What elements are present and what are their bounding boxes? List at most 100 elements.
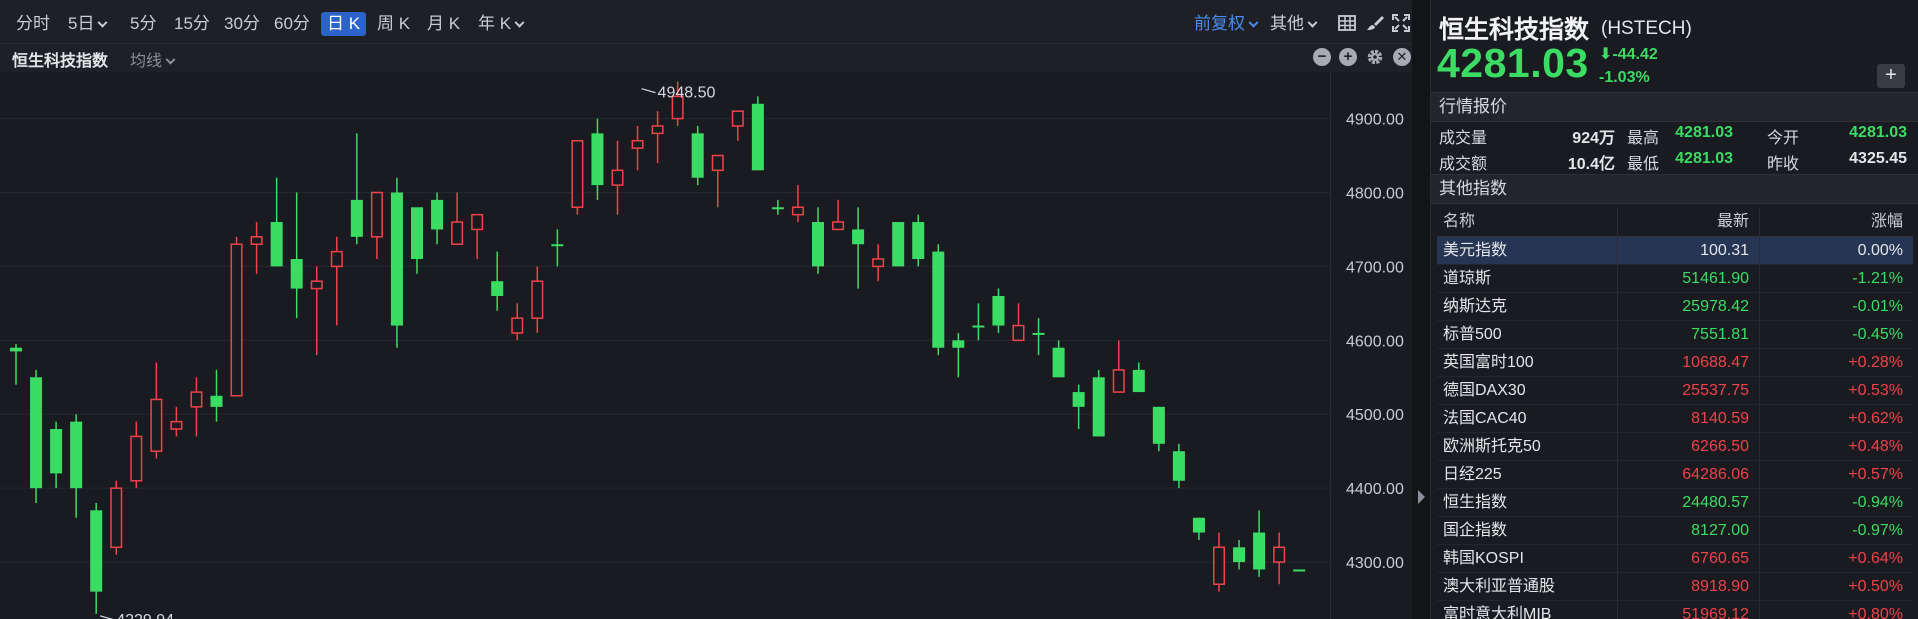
table-row[interactable]: 日经225 64286.06 +0.57% bbox=[1437, 461, 1913, 489]
index-row-last: 6266.50 bbox=[1691, 438, 1749, 455]
gear-icon[interactable] bbox=[1366, 48, 1384, 66]
candle-body bbox=[330, 250, 343, 268]
index-row-change: +0.62% bbox=[1848, 410, 1903, 427]
candle-body bbox=[190, 391, 203, 408]
candle-body bbox=[852, 229, 865, 245]
plus-icon[interactable]: + bbox=[1339, 48, 1357, 66]
candle-body bbox=[250, 236, 263, 245]
table-row[interactable]: 英国富时100 10688.47 +0.28% bbox=[1437, 349, 1913, 377]
period-year-k[interactable]: 年 K bbox=[472, 12, 529, 36]
period-fenshi[interactable]: 分时 bbox=[10, 12, 56, 36]
volume-label: 成交量 bbox=[1439, 130, 1488, 147]
index-row-name: 欧洲斯托克50 bbox=[1443, 438, 1541, 455]
index-row-last: 24480.57 bbox=[1682, 494, 1749, 511]
candle-body bbox=[511, 317, 524, 334]
grid-icon[interactable] bbox=[1338, 14, 1356, 32]
table-row[interactable]: 韩国KOSPI 6760.65 +0.64% bbox=[1437, 545, 1913, 573]
index-row-last: 25978.42 bbox=[1682, 298, 1749, 315]
period-30min[interactable]: 30分 bbox=[218, 12, 266, 36]
index-row-last: 51969.12 bbox=[1682, 606, 1749, 619]
panel-collapse-arrow-icon[interactable] bbox=[1418, 490, 1425, 504]
table-row[interactable]: 国企指数 8127.00 -0.97% bbox=[1437, 517, 1913, 545]
candle-body bbox=[711, 154, 724, 172]
period-month-k[interactable]: 月 K bbox=[421, 12, 466, 36]
candle-body bbox=[812, 222, 824, 267]
period-5min[interactable]: 5分 bbox=[124, 12, 162, 36]
candle-body bbox=[10, 347, 22, 352]
candle-body bbox=[170, 420, 183, 430]
open-value: 4281.03 bbox=[1849, 124, 1907, 141]
low-value: 4281.03 bbox=[1675, 150, 1733, 167]
candle-body bbox=[591, 133, 604, 186]
period-60min[interactable]: 60分 bbox=[268, 12, 316, 36]
index-row-name: 道琼斯 bbox=[1443, 270, 1492, 287]
y-tick-label: 4300.00 bbox=[1346, 555, 1404, 572]
candle-body bbox=[1253, 532, 1266, 570]
table-row[interactable]: 纳斯达克 25978.42 -0.01% bbox=[1437, 293, 1913, 321]
period-week-k[interactable]: 周 K bbox=[371, 12, 416, 36]
table-row[interactable]: 德国DAX30 25537.75 +0.53% bbox=[1437, 377, 1913, 405]
kline-chart[interactable]: 4900.00 4800.00 4700.00 4600.00 4500.00 4400.… bbox=[0, 72, 1412, 619]
index-row-change: +0.64% bbox=[1848, 550, 1903, 567]
y-tick-label: 4500.00 bbox=[1346, 407, 1404, 424]
index-row-last: 6760.65 bbox=[1691, 550, 1749, 567]
ma-select[interactable]: 均线 bbox=[130, 47, 176, 71]
table-row[interactable]: 标普500 7551.81 -0.45% bbox=[1437, 321, 1913, 349]
candle-body bbox=[110, 487, 123, 549]
index-row-name: 澳大利亚普通股 bbox=[1443, 578, 1556, 595]
index-row-change: +0.28% bbox=[1848, 354, 1903, 371]
add-watchlist-button[interactable]: + bbox=[1877, 64, 1905, 88]
chart-panel: 分时 5日 5分 15分 30分 60分 日 K 周 K 月 K 年 K 前复权… bbox=[0, 0, 1412, 619]
candle-body bbox=[1273, 546, 1286, 563]
y-axis-divider bbox=[1330, 72, 1331, 619]
close-icon[interactable]: ✕ bbox=[1393, 48, 1411, 66]
high-value: 4281.03 bbox=[1675, 124, 1733, 141]
volume-value: 924万 bbox=[1572, 130, 1615, 147]
table-row[interactable]: 美元指数 100.31 0.00% bbox=[1437, 237, 1913, 265]
other-select[interactable]: 其他 bbox=[1264, 12, 1322, 36]
period-15min[interactable]: 15分 bbox=[168, 12, 216, 36]
indices-table: 名称 最新 涨幅 美元指数 100.31 0.00% 道琼斯 51461.90 -1.21… bbox=[1437, 207, 1913, 619]
candle-body bbox=[130, 435, 143, 482]
brush-icon[interactable] bbox=[1366, 14, 1384, 32]
candle-body bbox=[771, 207, 784, 210]
candle-body bbox=[1072, 392, 1085, 407]
candle-body bbox=[1192, 517, 1205, 533]
index-row-name: 国企指数 bbox=[1443, 522, 1508, 539]
candle-body bbox=[571, 139, 584, 209]
candle-body bbox=[210, 395, 223, 407]
max-price-label: 4948.50 bbox=[658, 85, 716, 102]
y-tick-label: 4400.00 bbox=[1346, 481, 1404, 498]
table-row[interactable]: 富时意大利MIB 51969.12 +0.80% bbox=[1437, 601, 1913, 619]
index-row-last: 8127.00 bbox=[1691, 522, 1749, 539]
table-row[interactable]: 道琼斯 51461.90 -1.21% bbox=[1437, 265, 1913, 293]
period-day-k[interactable]: 日 K bbox=[321, 12, 367, 36]
col-chg-header: 涨幅 bbox=[1870, 213, 1903, 230]
candle-body bbox=[1233, 547, 1246, 563]
table-row[interactable]: 法国CAC40 8140.59 +0.62% bbox=[1437, 405, 1913, 433]
candle-body bbox=[270, 222, 283, 267]
candle-body bbox=[731, 110, 744, 127]
chevron-down-icon bbox=[1307, 17, 1318, 28]
index-row-change: -1.21% bbox=[1852, 270, 1903, 287]
index-row-last: 100.31 bbox=[1700, 242, 1749, 259]
index-row-name: 标普500 bbox=[1443, 326, 1502, 343]
minus-icon[interactable]: − bbox=[1313, 48, 1331, 66]
chart-title: 恒生科技指数 bbox=[12, 53, 109, 70]
period-5day[interactable]: 5日 bbox=[62, 12, 112, 36]
candle-body bbox=[411, 207, 423, 260]
candle-body bbox=[691, 133, 704, 178]
index-row-change: -0.97% bbox=[1852, 522, 1903, 539]
candle-body bbox=[1213, 546, 1225, 586]
fullscreen-icon[interactable] bbox=[1392, 14, 1410, 32]
candle-body bbox=[70, 421, 83, 489]
section-quote: 行情报价 bbox=[1431, 92, 1918, 122]
index-row-last: 7551.81 bbox=[1691, 326, 1749, 343]
candle-body bbox=[1052, 347, 1065, 378]
index-row-name: 恒生指数 bbox=[1443, 494, 1508, 511]
period-toolbar: 分时 5日 5分 15分 30分 60分 日 K 周 K 月 K 年 K 前复权… bbox=[0, 0, 1412, 44]
table-row[interactable]: 欧洲斯托克50 6266.50 +0.48% bbox=[1437, 433, 1913, 461]
table-row[interactable]: 澳大利亚普通股 8918.90 +0.50% bbox=[1437, 573, 1913, 601]
adjust-select[interactable]: 前复权 bbox=[1188, 12, 1263, 36]
table-row[interactable]: 恒生指数 24480.57 -0.94% bbox=[1437, 489, 1913, 517]
